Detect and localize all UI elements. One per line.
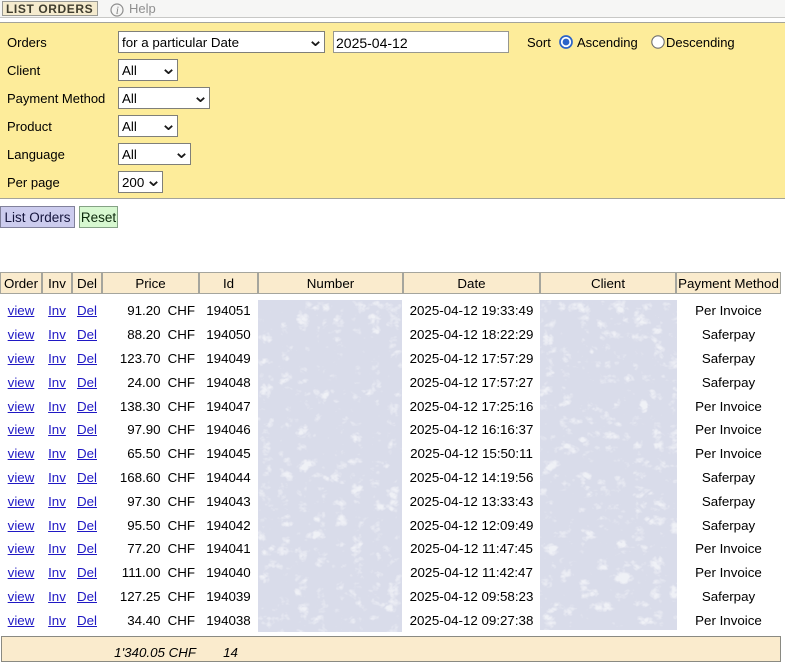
svg-text:i: i <box>116 5 119 17</box>
